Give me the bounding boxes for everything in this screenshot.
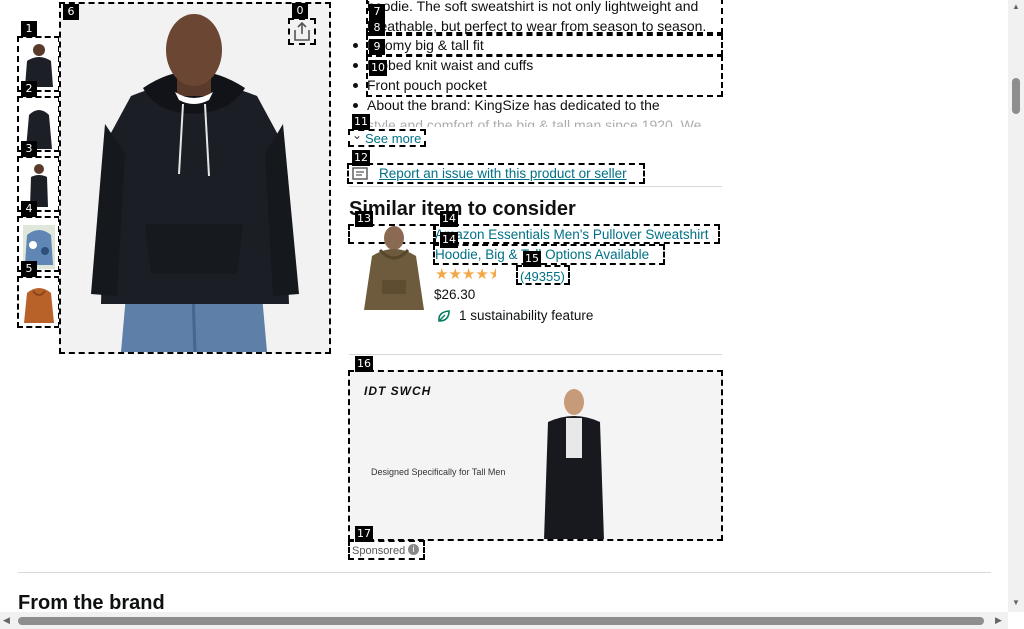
sustainability-feature: 1 sustainability feature bbox=[459, 308, 594, 323]
report-issue-label: Report an issue with this product or sel… bbox=[379, 166, 627, 181]
badge-6: 6 bbox=[63, 4, 79, 20]
main-product-image[interactable] bbox=[59, 2, 331, 354]
bullet-item: About the brand: KingSize has dedicated … bbox=[353, 97, 660, 113]
similar-item-title-line1: Amazon Essentials Men's Pullover Sweatsh… bbox=[435, 227, 709, 242]
bullet-item-faded: style and comfort of the big & tall man … bbox=[367, 117, 702, 127]
horizontal-scroll-thumb[interactable] bbox=[18, 617, 984, 625]
ad-brand-logo: IDT SWCH bbox=[364, 384, 432, 398]
vertical-scroll-thumb[interactable] bbox=[1012, 78, 1020, 114]
badge-17: 17 bbox=[355, 526, 373, 542]
thumbnail-5[interactable] bbox=[17, 276, 60, 328]
see-more-label: See more bbox=[365, 131, 422, 146]
bullet-item: Front pouch pocket bbox=[353, 77, 487, 93]
badge-5: 5 bbox=[21, 261, 37, 277]
badge-14a: 14 bbox=[440, 211, 458, 227]
share-button[interactable] bbox=[288, 18, 316, 45]
similar-item-title-line2: Hoodie, Big & Tall Options Available bbox=[435, 247, 650, 262]
divider bbox=[349, 186, 722, 187]
scroll-left-arrow-icon[interactable]: ◀ bbox=[3, 615, 10, 626]
ad-model-image bbox=[544, 389, 604, 539]
rating-count: (49355) bbox=[520, 269, 565, 284]
badge-15: 15 bbox=[523, 251, 541, 267]
see-more-link[interactable]: ⌄ See more bbox=[348, 128, 426, 147]
leaf-icon bbox=[438, 310, 450, 322]
badge-4: 4 bbox=[21, 201, 37, 217]
divider bbox=[349, 354, 722, 355]
similar-item-heading: Similar item to consider bbox=[349, 198, 576, 220]
badge-11: 11 bbox=[352, 114, 370, 130]
badge-3: 3 bbox=[21, 141, 37, 157]
scroll-right-arrow-icon[interactable]: ▶ bbox=[995, 615, 1002, 626]
badge-7: 7 bbox=[369, 4, 385, 20]
divider bbox=[18, 572, 991, 573]
info-icon: i bbox=[408, 544, 419, 555]
badge-2: 2 bbox=[21, 81, 37, 97]
badge-12: 12 bbox=[352, 150, 370, 166]
scroll-up-arrow-icon[interactable]: ▲ bbox=[1012, 2, 1020, 11]
horizontal-scrollbar[interactable]: ◀ ▶ bbox=[0, 612, 1008, 629]
orange-hoodie-thumbnail-icon bbox=[24, 288, 54, 323]
report-flag-icon bbox=[352, 167, 368, 180]
bullet-highlight bbox=[366, 34, 723, 56]
badge-14b: 14 bbox=[440, 232, 458, 248]
similar-item-price: $26.30 bbox=[434, 287, 476, 302]
badge-8: 8 bbox=[369, 20, 385, 36]
badge-16: 16 bbox=[355, 356, 373, 372]
rating-count-link[interactable]: (49355) bbox=[516, 265, 570, 285]
chevron-down-icon: ⌄ bbox=[352, 128, 363, 142]
report-issue-link[interactable]: Report an issue with this product or sel… bbox=[347, 163, 645, 184]
vertical-scrollbar[interactable]: ▲ ▼ bbox=[1008, 0, 1024, 612]
badge-0: 0 bbox=[292, 3, 308, 19]
sponsored-label: Sponsored bbox=[352, 545, 406, 557]
badge-13: 13 bbox=[355, 211, 373, 227]
badge-10: 10 bbox=[369, 60, 387, 76]
scroll-down-arrow-icon[interactable]: ▼ bbox=[1012, 598, 1020, 607]
ad-tagline: Designed Specifically for Tall Men bbox=[371, 467, 506, 477]
sponsored-ad-banner[interactable]: IDT SWCH Designed Specifically for Tall … bbox=[348, 370, 723, 541]
badge-1: 1 bbox=[21, 21, 37, 37]
model-in-hoodie-image bbox=[61, 4, 329, 353]
olive-hoodie-image bbox=[364, 226, 424, 310]
description-highlight bbox=[366, 0, 723, 34]
star-rating: ★★★★★ bbox=[435, 266, 496, 283]
share-icon bbox=[294, 21, 310, 41]
sponsored-info-button[interactable]: Sponsored i bbox=[348, 540, 425, 560]
badge-9: 9 bbox=[369, 39, 385, 55]
